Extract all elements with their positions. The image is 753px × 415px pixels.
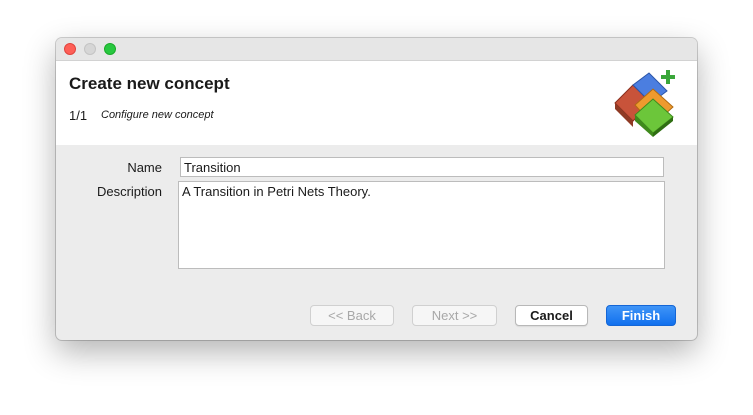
name-field[interactable] [180, 157, 664, 177]
concept-puzzle-add-icon [614, 70, 675, 137]
name-label: Name [127, 160, 162, 175]
step-description: Configure new concept [101, 109, 214, 121]
finish-button[interactable]: Finish [606, 305, 676, 326]
description-field[interactable]: A Transition in Petri Nets Theory. [178, 181, 665, 269]
description-label: Description [96, 184, 162, 199]
step-counter: 1/1 [69, 108, 88, 123]
back-button[interactable]: << Back [310, 305, 394, 326]
create-concept-dialog: Create new concept 1/1 Configure new con… [56, 38, 697, 340]
next-button[interactable]: Next >> [412, 305, 497, 326]
page-title: Create new concept [69, 74, 230, 93]
maximize-window-button[interactable] [104, 43, 116, 55]
title-bar[interactable] [56, 38, 697, 61]
cancel-button[interactable]: Cancel [515, 305, 588, 326]
minimize-window-button[interactable] [84, 43, 96, 55]
close-window-button[interactable] [64, 43, 76, 55]
wizard-header: Create new concept 1/1 Configure new con… [56, 61, 697, 145]
